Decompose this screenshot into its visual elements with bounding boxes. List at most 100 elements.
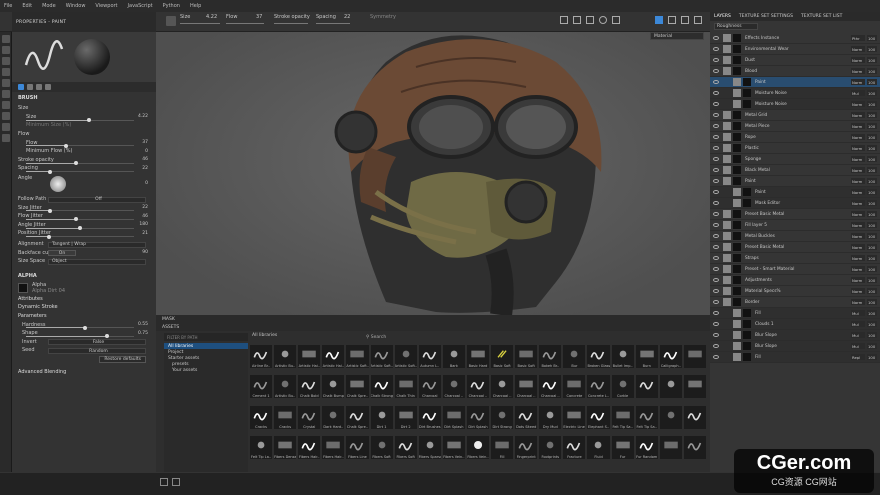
layer-row[interactable]: Border Norm 100 [710, 297, 880, 308]
shape-value[interactable]: 0.75 [138, 331, 148, 336]
restore-defaults-button[interactable]: Restore defaults [99, 355, 146, 363]
asset-thumbnail[interactable]: Airline Br.. [250, 345, 273, 368]
layer-blend-mode[interactable]: Repl [851, 354, 865, 360]
asset-thumbnail[interactable]: Fibers Hair.. [322, 435, 345, 459]
backface-row[interactable]: Backface culling On 90 [12, 248, 156, 257]
asset-thumbnail[interactable]: Chalk Spre.. [346, 375, 369, 399]
toolbar-flow-slider[interactable] [226, 23, 264, 24]
layer-opacity[interactable]: 100 [867, 222, 877, 228]
spacing-row[interactable]: Spacing 22 [12, 164, 156, 174]
layer-row[interactable]: Moisture Noise Mul 100 [710, 88, 880, 99]
min-flow-row[interactable]: Minimum Flow (%) 0 [12, 147, 156, 156]
layer-opacity[interactable]: 100 [867, 321, 877, 327]
layer-opacity[interactable]: 100 [867, 277, 877, 283]
visibility-eye-icon[interactable] [713, 333, 719, 337]
layer-opacity[interactable]: 100 [867, 200, 877, 206]
asset-thumbnail[interactable]: Cement 1 [250, 375, 273, 399]
invert-toggle[interactable]: False [48, 339, 146, 346]
visibility-eye-icon[interactable] [713, 69, 719, 73]
layer-blend-mode[interactable]: Norm [851, 222, 865, 228]
layout-icon[interactable] [612, 16, 620, 24]
asset-thumbnail[interactable] [683, 345, 706, 368]
flow-jitter-value[interactable]: 46 [142, 214, 148, 219]
asset-thumbnail[interactable]: Fill [491, 435, 514, 459]
asset-thumbnail[interactable]: Felt Tip Sa.. [611, 405, 634, 429]
smudge-tool-icon[interactable] [2, 79, 10, 87]
layer-blend-mode[interactable]: Mul [851, 321, 865, 327]
brush-tab-icon[interactable] [18, 84, 24, 90]
menu-item-viewport[interactable]: Viewport [95, 3, 117, 9]
visibility-eye-icon[interactable] [713, 190, 719, 194]
asset-thumbnail[interactable]: Artistic Soft.. [370, 345, 393, 368]
brush-section[interactable]: BRUSH [12, 92, 156, 104]
layer-row[interactable]: Plastic Norm 100 [710, 143, 880, 154]
asset-thumbnail[interactable]: Felt Tip Sa.. [635, 405, 658, 429]
layer-blend-mode[interactable]: Norm [851, 277, 865, 283]
layer-row[interactable]: Fill layer 5 Norm 100 [710, 220, 880, 231]
asset-thumbnail[interactable]: Fibers Soft [370, 435, 393, 459]
layer-opacity[interactable]: 100 [867, 90, 877, 96]
toolbar-flow-value[interactable]: 37 [256, 14, 262, 20]
layer-opacity[interactable]: 100 [867, 68, 877, 74]
visibility-eye-icon[interactable] [713, 80, 719, 84]
asset-thumbnail[interactable]: Bokeh Br.. [539, 345, 562, 368]
asset-thumbnail[interactable]: Charcoal .. [539, 375, 562, 399]
toolbar-size-slider[interactable] [180, 23, 220, 24]
asset-search[interactable]: ⚲ Search [366, 333, 606, 341]
library-select[interactable]: All libraries [252, 333, 277, 338]
layer-row[interactable]: Paint Norm 100 [710, 187, 880, 198]
asset-thumbnail[interactable]: Fibers Vein.. [466, 435, 490, 459]
asset-thumbnail[interactable]: Artistic Bu.. [274, 375, 297, 399]
layer-blend-mode[interactable]: Pthr [851, 35, 865, 41]
layer-row[interactable]: Dust Norm 100 [710, 55, 880, 66]
layer-row[interactable]: Adjustments Norm 100 [710, 275, 880, 286]
layer-row[interactable]: Blur Slope Mul 100 [710, 330, 880, 341]
asset-thumbnail[interactable]: Basic Hard [466, 345, 490, 368]
layer-opacity[interactable]: 100 [867, 79, 877, 85]
layer-opacity[interactable]: 100 [867, 123, 877, 129]
paint-tool-icon[interactable] [2, 35, 10, 43]
bake-tool-icon[interactable] [2, 123, 10, 131]
picker-tool-icon[interactable] [2, 101, 10, 109]
layer-blend-mode[interactable]: Norm [851, 189, 865, 195]
position-jitter-row[interactable]: Position Jitter 21 [12, 229, 156, 239]
visibility-eye-icon[interactable] [713, 201, 719, 205]
layer-row[interactable]: Preset Basic Metal Norm 100 [710, 209, 880, 220]
layers-tab[interactable]: TEXTURE SET SETTINGS [739, 14, 793, 19]
asset-thumbnail[interactable]: Charcoal [418, 375, 441, 399]
visibility-eye-icon[interactable] [713, 179, 719, 183]
visibility-eye-icon[interactable] [713, 91, 719, 95]
asset-thumbnail[interactable]: Artistic Soft.. [394, 345, 417, 368]
asset-thumbnail[interactable]: Artistic Soft.. [346, 345, 369, 368]
asset-thumbnail[interactable]: Fibers Line [346, 435, 369, 459]
flow-jitter-row[interactable]: Flow Jitter 46 [12, 212, 156, 222]
layer-row[interactable]: Moisture Noise Norm 100 [710, 99, 880, 110]
size-space-row[interactable]: Size Space Object [12, 257, 156, 266]
fill-tool-icon[interactable] [2, 112, 10, 120]
asset-thumbnail[interactable]: Dirt Splash [466, 405, 490, 429]
asset-thumbnail[interactable]: Felt Tip La.. [250, 435, 273, 459]
asset-thumbnail[interactable]: Calligraph.. [659, 345, 682, 368]
follow-path-row[interactable]: Follow Path Off [12, 195, 156, 204]
layers-tab[interactable]: LAYERS [714, 14, 731, 19]
seed-field[interactable]: Random [48, 348, 146, 355]
alignment-select[interactable]: Tangent | Wrap [48, 241, 146, 248]
grid-icon[interactable] [668, 16, 676, 24]
asset-thumbnail[interactable]: Charcoal .. [491, 375, 514, 399]
filter-by-path[interactable]: FILTER BY PATH [164, 333, 248, 341]
asset-thumbnail[interactable]: Concrete [563, 375, 586, 399]
menu-item-javascript[interactable]: JavaScript [128, 3, 153, 9]
asset-thumbnail[interactable] [659, 375, 682, 399]
asset-thumbnail[interactable]: Elephant S.. [587, 405, 610, 429]
render-icon[interactable] [586, 16, 594, 24]
asset-thumbnail[interactable]: Crystal [298, 405, 321, 429]
sphere-icon[interactable] [599, 16, 607, 24]
seed-row[interactable]: Seed Random [12, 346, 156, 355]
asset-thumbnail[interactable]: Dry Mud [539, 405, 562, 429]
layer-blend-mode[interactable]: Norm [851, 57, 865, 63]
frame-icon[interactable] [573, 16, 581, 24]
visibility-eye-icon[interactable] [713, 168, 719, 172]
asset-thumbnail[interactable]: Fluid [587, 435, 610, 459]
asset-thumbnail[interactable]: Dirt 2 [394, 405, 417, 429]
layer-opacity[interactable]: 100 [867, 101, 877, 107]
